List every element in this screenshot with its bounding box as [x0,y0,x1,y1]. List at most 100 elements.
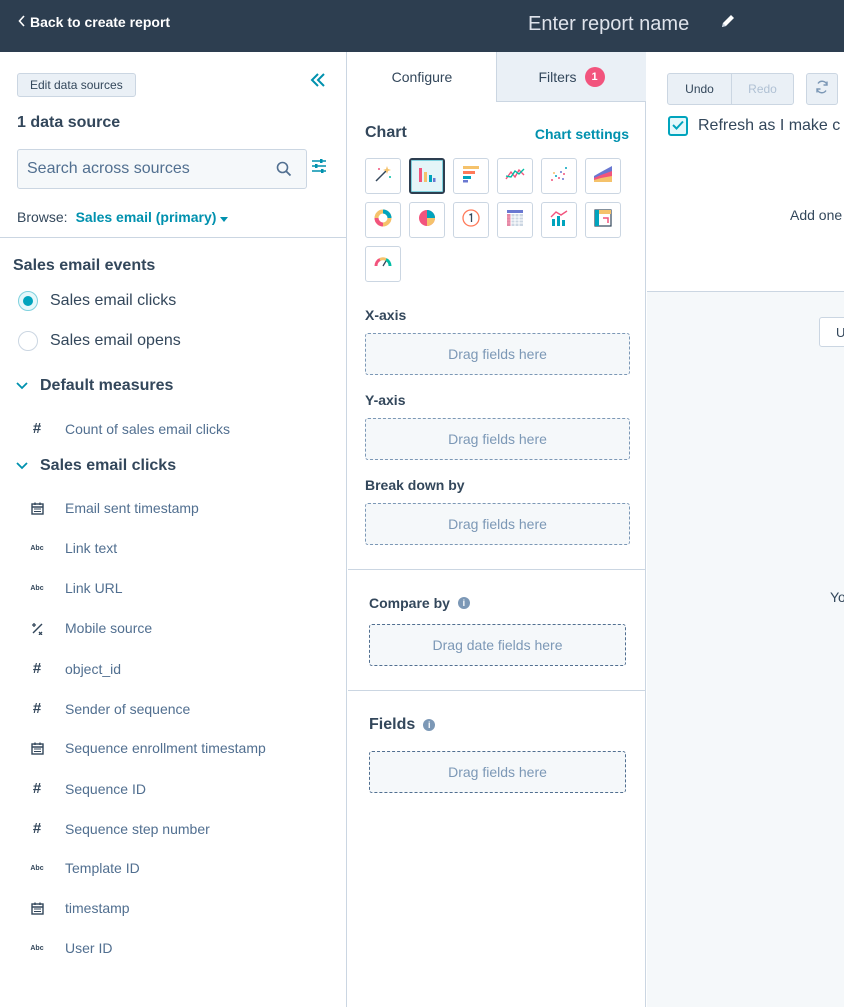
partial-hint-text: Yo [830,589,844,605]
field-label: Link text [65,540,118,556]
chart-type-pie[interactable] [409,202,445,238]
report-name-input[interactable]: Enter report name [528,13,689,36]
info-icon[interactable]: i [423,719,436,731]
search-icon[interactable] [276,161,292,182]
field-item[interactable]: Abc User ID [30,940,112,956]
chart-type-vertical-bar[interactable] [409,158,445,194]
partial-button[interactable]: U [819,317,844,347]
redo-button[interactable]: Redo [731,73,794,105]
report-preview-panel: Undo Redo Refresh as I make c Add one U … [647,52,844,1007]
refresh-as-i-make-changes-row[interactable]: Refresh as I make c [668,116,840,136]
chart-type-donut[interactable] [365,202,401,238]
search-box [17,149,307,189]
break-down-by-label: Break down by [365,477,465,493]
x-axis-drop-zone[interactable]: Drag fields here [365,333,630,375]
field-label: timestamp [65,900,130,916]
fields-label-row: Fields i [369,716,436,734]
hash-icon: # [32,660,42,677]
tab-configure[interactable]: Configure [348,52,497,102]
abc-icon: Abc [30,544,44,552]
add-one-hint: Add one [790,207,843,223]
section-default-measures[interactable]: Default measures [16,377,173,395]
divider [348,690,646,691]
compare-by-drop-zone[interactable]: Drag date fields here [369,624,626,666]
section-title: Sales email clicks [40,457,177,474]
field-item[interactable]: Sequence enrollment timestamp [30,740,266,756]
chart-type-area[interactable] [585,158,621,194]
field-label: Mobile source [65,620,153,636]
scatter-chart-icon [549,164,569,189]
chart-type-horizontal-bar[interactable] [453,158,489,194]
field-item[interactable]: Mobile source [30,620,152,636]
info-icon[interactable]: i [457,597,470,609]
field-item[interactable]: Abc Link text [30,540,117,556]
field-item[interactable]: # Sequence step number [30,820,210,837]
back-to-create-report-link[interactable]: Back to create report [18,14,170,30]
event-option-opens[interactable]: Sales email opens [18,331,181,351]
hash-icon: # [32,700,42,717]
field-item[interactable]: # object_id [30,660,121,677]
chart-section-title: Chart [365,124,407,141]
field-item[interactable]: Email sent timestamp [30,500,199,516]
field-item[interactable]: # Sequence ID [30,780,146,797]
filter-settings-icon[interactable] [311,158,327,179]
chart-type-table[interactable] [497,202,533,238]
chart-type-gauge[interactable] [365,246,401,282]
tab-filters[interactable]: Filters 1 [497,52,646,102]
back-link-label: Back to create report [30,14,171,30]
section-sales-email-clicks[interactable]: Sales email clicks [16,457,176,475]
chart-type-pivot[interactable] [585,202,621,238]
field-item[interactable]: # Count of sales email clicks [30,420,230,437]
chart-type-summary[interactable] [453,202,489,238]
field-item[interactable]: timestamp [30,900,130,916]
divider [348,569,646,570]
field-label: User ID [65,940,113,956]
y-axis-drop-zone[interactable]: Drag fields here [365,418,630,460]
refresh-button[interactable] [806,73,838,105]
data-source-count: 1 data source [17,114,121,131]
field-item[interactable]: Abc Link URL [30,580,122,596]
top-bar: Back to create report Enter report name [0,0,844,52]
field-item[interactable]: Abc Template ID [30,860,139,876]
browse-source-dropdown[interactable]: Sales email (primary) [76,209,229,225]
abc-icon: Abc [30,944,44,952]
gauge-chart-icon [373,252,393,277]
chart-type-combination[interactable] [541,202,577,238]
break-down-by-drop-zone[interactable]: Drag fields here [365,503,630,545]
event-option-clicks[interactable]: Sales email clicks [18,291,176,311]
caret-down-icon [220,209,229,225]
chart-type-line[interactable] [497,158,533,194]
field-label: Sequence ID [65,780,146,797]
search-input[interactable] [18,150,258,188]
radio-selected[interactable] [18,291,38,311]
refresh-checkbox[interactable] [668,116,688,136]
compare-by-label-row: Compare by i [369,595,470,611]
x-axis-label: X-axis [365,307,407,323]
event-label: Sales email opens [50,332,181,349]
pie-chart-icon [417,208,437,233]
browse-source-value: Sales email (primary) [75,209,217,225]
enum-icon [30,622,44,635]
collapse-panel-icon[interactable] [308,70,328,95]
fields-drop-zone[interactable]: Drag fields here [369,751,626,793]
chart-type-magic-wand[interactable] [365,158,401,194]
edit-data-sources-button[interactable]: Edit data sources [17,73,136,97]
field-label: object_id [65,660,122,677]
field-item[interactable]: # Sender of sequence [30,700,191,717]
refresh-icon [815,80,829,99]
field-label: Count of sales email clicks [65,420,230,437]
tab-label: Configure [391,69,453,85]
browse-label: Browse: [17,209,68,225]
chart-settings-link[interactable]: Chart settings [535,126,629,142]
chart-type-scatter[interactable] [541,158,577,194]
magic-wand-icon [373,164,393,189]
field-label: Sequence step number [65,820,210,837]
checkmark-icon [672,117,684,135]
chevron-left-icon [18,14,26,30]
radio-unselected[interactable] [18,331,38,351]
divider [0,237,347,238]
events-title: Sales email events [13,257,156,274]
pencil-icon[interactable] [720,13,736,34]
y-axis-label: Y-axis [365,392,406,408]
undo-button[interactable]: Undo [667,73,732,105]
